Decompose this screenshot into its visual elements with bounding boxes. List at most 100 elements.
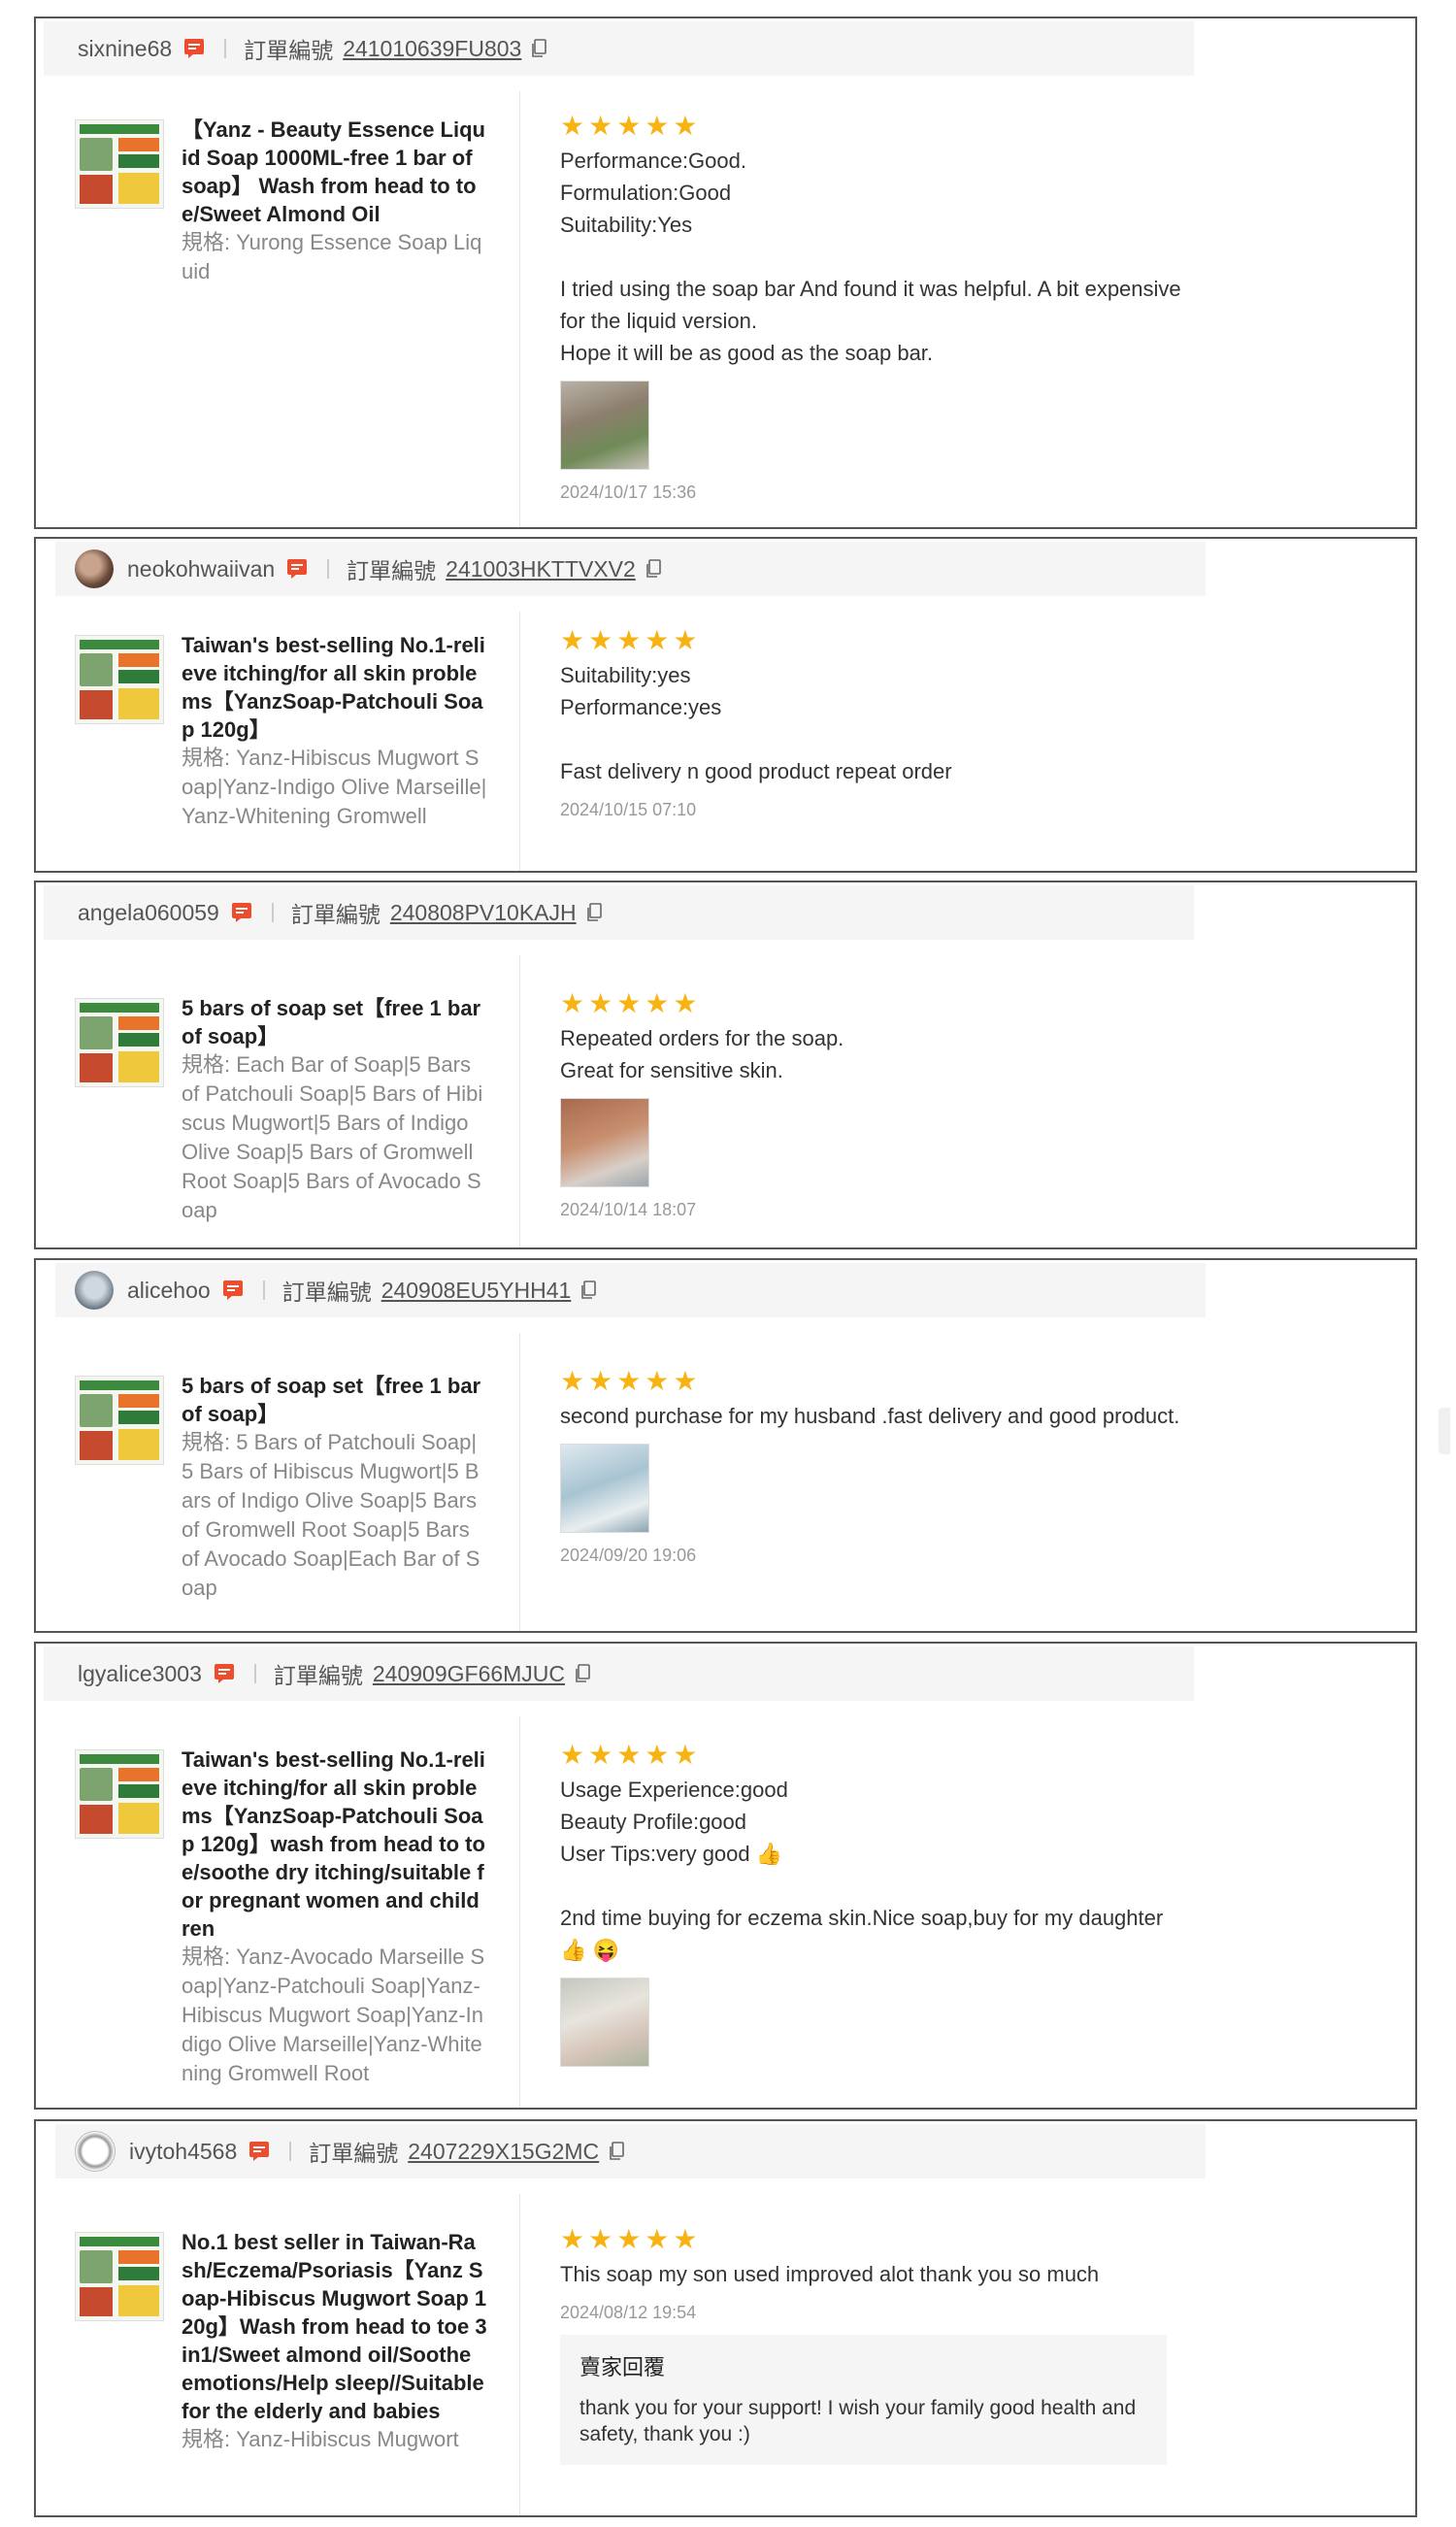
chat-icon[interactable] — [286, 558, 310, 580]
product-variant: 規格: 5 Bars of Patchouli Soap|5 Bars of H… — [182, 1430, 480, 1600]
review-line: Performance:yes — [560, 695, 722, 719]
order-label: 訂單編號 — [281, 1280, 372, 1305]
product-name: No.1 best seller in Taiwan-Rash/Eczema/P… — [182, 2230, 487, 2423]
divider — [519, 91, 520, 527]
product-thumbnail[interactable] — [75, 635, 164, 724]
order-number-link[interactable]: 241010639FU803 — [343, 36, 521, 62]
product-info[interactable]: 【Yanz - Beauty Essence Liquid Soap 1000M… — [75, 116, 516, 286]
chat-icon[interactable] — [214, 1663, 237, 1684]
review-line: I tried using the soap bar And found it … — [560, 277, 1181, 333]
order-label: 訂單編號 — [244, 38, 334, 63]
review-line — [560, 1870, 1191, 1902]
review-line: Fast delivery n good product repeat orde… — [560, 759, 952, 783]
product-info[interactable]: Taiwan's best-selling No.1-relieve itchi… — [75, 631, 516, 831]
seller-reply-text: thank you for your support! I wish your … — [579, 2397, 1137, 2445]
review-line: Suitability:Yes — [560, 213, 693, 237]
copy-icon[interactable] — [645, 559, 661, 579]
username[interactable]: alicehoo — [127, 1278, 211, 1304]
username[interactable]: lgyalice3003 — [78, 1661, 202, 1687]
order-number-link[interactable]: 240808PV10KAJH — [390, 900, 577, 926]
username[interactable]: neokohwaiivan — [127, 556, 275, 582]
separator — [224, 39, 227, 58]
product-info[interactable]: Taiwan's best-selling No.1-relieve itchi… — [75, 1746, 516, 2088]
review-header: ivytoh4568 訂單編號 2407229X15G2MC — [55, 2124, 1206, 2178]
rating-stars: ★★★★★ — [560, 1366, 702, 1396]
review-list: sixnine68 訂單編號 241010639FU803 【Yanz - Be… — [0, 0, 1456, 2527]
copy-icon[interactable] — [609, 2142, 624, 2161]
username[interactable]: sixnine68 — [78, 36, 172, 62]
order-label: 訂單編號 — [273, 1663, 363, 1688]
product-thumbnail[interactable] — [75, 2232, 164, 2321]
username[interactable]: ivytoh4568 — [129, 2139, 237, 2165]
rating-stars: ★★★★★ — [560, 111, 702, 141]
review-line: Usage Experience:good — [560, 1778, 788, 1802]
copy-icon[interactable] — [580, 1280, 597, 1300]
product-info[interactable]: 5 bars of soap set【free 1 bar of soap】 規… — [75, 1372, 516, 1603]
review-text: Repeated orders for the soap. Great for … — [560, 1022, 1191, 1086]
review-card: sixnine68 訂單編號 241010639FU803 【Yanz - Be… — [34, 17, 1417, 529]
avatar[interactable] — [75, 2131, 116, 2172]
separator — [327, 559, 330, 579]
product-thumbnail[interactable] — [75, 998, 164, 1087]
review-line: Great for sensitive skin. — [560, 1058, 783, 1082]
review-line: Hope it will be as good as the soap bar. — [560, 341, 934, 365]
review-body: ★★★★★ Performance:Good. Formulation:Good… — [560, 112, 1191, 503]
review-photo[interactable] — [560, 381, 649, 470]
product-info[interactable]: No.1 best seller in Taiwan-Rash/Eczema/P… — [75, 2228, 516, 2454]
review-line: Repeated orders for the soap. — [560, 1026, 844, 1050]
copy-icon[interactable] — [586, 903, 602, 922]
review-body: ★★★★★ second purchase for my husband .fa… — [560, 1367, 1191, 1566]
product-name: Taiwan's best-selling No.1-relieve itchi… — [182, 1747, 485, 1941]
chat-icon[interactable] — [231, 902, 254, 923]
username[interactable]: angela060059 — [78, 900, 219, 926]
review-text: This soap my son used improved alot than… — [560, 2258, 1191, 2290]
review-text: second purchase for my husband .fast del… — [560, 1400, 1191, 1432]
order-number-link[interactable]: 2407229X15G2MC — [408, 2139, 599, 2165]
review-card: ivytoh4568 訂單編號 2407229X15G2MC No.1 best… — [34, 2119, 1417, 2517]
review-card: angela060059 訂單編號 240808PV10KAJH 5 bars … — [34, 881, 1417, 1249]
seller-reply-title: 賣家回覆 — [579, 2355, 666, 2379]
chat-icon[interactable] — [183, 38, 207, 59]
product-thumbnail[interactable] — [75, 1749, 164, 1839]
avatar[interactable] — [75, 1271, 114, 1310]
chat-icon[interactable] — [248, 2141, 272, 2162]
product-name: Taiwan's best-selling No.1-relieve itchi… — [182, 633, 485, 742]
review-photo[interactable] — [560, 1978, 649, 2067]
review-text: Performance:Good. Formulation:Good Suita… — [560, 145, 1191, 369]
review-card: neokohwaiivan 訂單編號 241003HKTTVXV2 Taiwan… — [34, 537, 1417, 873]
product-variant: 規格: Each Bar of Soap|5 Bars of Patchouli… — [182, 1052, 483, 1222]
separator — [253, 1664, 256, 1683]
review-line: 2nd time buying for eczema skin.Nice soa… — [560, 1906, 1164, 1962]
order-number-link[interactable]: 241003HKTTVXV2 — [446, 556, 636, 582]
review-body: ★★★★★ Suitability:yes Performance:yes Fa… — [560, 626, 1191, 820]
copy-icon[interactable] — [531, 39, 547, 58]
avatar[interactable] — [75, 549, 114, 588]
review-header: sixnine68 訂單編號 241010639FU803 — [44, 21, 1194, 76]
review-date: 2024/10/14 18:07 — [560, 1200, 697, 1219]
review-line — [560, 241, 1191, 273]
review-body: ★★★★★ This soap my son used improved alo… — [560, 2225, 1191, 2465]
review-photo[interactable] — [560, 1444, 649, 1533]
order-label: 訂單編號 — [309, 2141, 399, 2166]
review-header: lgyalice3003 訂單編號 240909GF66MJUC — [44, 1646, 1194, 1701]
chat-icon[interactable] — [222, 1280, 246, 1301]
product-variant: 規格: Yanz-Hibiscus Mugwort Soap|Yanz-Indi… — [182, 746, 487, 828]
review-line: This soap my son used improved alot than… — [560, 2262, 1100, 2286]
review-line: User Tips:very good 👍 — [560, 1842, 783, 1866]
copy-icon[interactable] — [575, 1664, 590, 1683]
rating-stars: ★★★★★ — [560, 1740, 702, 1770]
rating-stars: ★★★★★ — [560, 988, 702, 1018]
review-body: ★★★★★ Repeated orders for the soap. Grea… — [560, 989, 1191, 1220]
side-scroll-tab[interactable] — [1439, 1408, 1450, 1454]
product-thumbnail[interactable] — [75, 119, 164, 209]
order-number-link[interactable]: 240909GF66MJUC — [373, 1661, 565, 1687]
review-photo[interactable] — [560, 1098, 649, 1187]
divider — [519, 1333, 520, 1631]
review-body: ★★★★★ Usage Experience:good Beauty Profi… — [560, 1741, 1191, 2067]
order-number-link[interactable]: 240908EU5YHH41 — [381, 1278, 572, 1304]
review-text: Suitability:yes Performance:yes Fast del… — [560, 659, 1191, 787]
product-name: 5 bars of soap set【free 1 bar of soap】 — [182, 1374, 481, 1426]
product-thumbnail[interactable] — [75, 1376, 164, 1465]
review-line: Beauty Profile:good — [560, 1810, 747, 1834]
product-info[interactable]: 5 bars of soap set【free 1 bar of soap】 規… — [75, 994, 516, 1225]
